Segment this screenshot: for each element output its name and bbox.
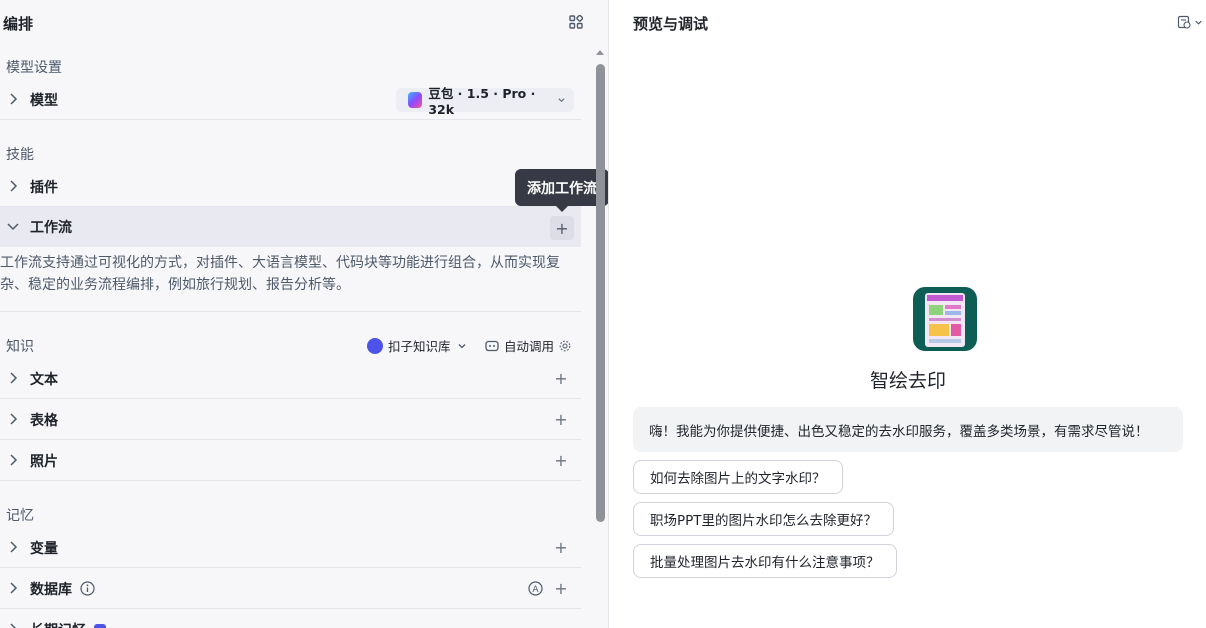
memory-database-label: 数据库 <box>30 582 72 598</box>
chevron-down-icon <box>558 98 565 103</box>
doubao-logo-icon <box>408 92 423 108</box>
chevron-right-icon <box>10 623 17 628</box>
scroll-up-icon[interactable] <box>595 48 605 56</box>
robot-icon <box>485 340 499 351</box>
chevron-right-icon <box>10 413 18 425</box>
memory-database-row[interactable]: 数据库 A + <box>0 569 581 609</box>
memory-long-term-row[interactable]: 长期记忆 <box>0 610 581 628</box>
greeting-message: 嗨！我能为你提供便捷、出色又稳定的去水印服务，覆盖多类场景，有需求尽管说！ <box>633 407 1183 452</box>
section-skills: 技能 <box>6 147 34 163</box>
add-variable-button[interactable]: + <box>553 538 569 557</box>
memory-variable-row[interactable]: 变量 + <box>0 528 581 568</box>
knowledge-mode-selector[interactable]: 自动调用 <box>485 336 571 355</box>
model-label: 模型 <box>30 93 58 109</box>
scrollbar-thumb[interactable] <box>596 64 605 522</box>
knowledge-text-label: 文本 <box>30 372 58 388</box>
clipboard-clock-icon <box>1177 15 1191 29</box>
chevron-down-icon <box>7 223 19 231</box>
plugin-row[interactable]: 插件 <box>0 167 581 207</box>
chevron-right-icon <box>10 541 18 553</box>
workflow-description: 工作流支持通过可视化的方式，对插件、大语言模型、代码块等功能进行组合，从而实现复… <box>0 255 560 293</box>
memory-long-term-label: 长期记忆 <box>30 620 86 628</box>
add-table-button[interactable]: + <box>553 410 569 429</box>
orchestration-panel: 编排 模型设置 模型 豆包 · 1.5 · Pro · 32k 技能 插件 工作… <box>0 0 609 628</box>
scrollbar[interactable] <box>593 44 607 628</box>
auto-mode-icon[interactable]: A <box>528 581 543 596</box>
beta-badge-icon <box>94 624 106 628</box>
suggestion-button[interactable]: 如何去除图片上的文字水印？ <box>633 460 843 494</box>
svg-text:A: A <box>532 585 539 595</box>
section-model-settings: 模型设置 <box>6 60 62 76</box>
bot-name: 智绘去印 <box>869 370 946 392</box>
divider <box>0 311 581 312</box>
knowledge-source-selector[interactable]: 扣子知识库 <box>367 336 467 355</box>
knowledge-mode-label: 自动调用 <box>504 339 555 354</box>
chevron-right-icon <box>10 372 18 384</box>
knowledge-photo-label: 照片 <box>30 454 58 470</box>
section-knowledge: 知识 <box>6 339 34 355</box>
add-database-button[interactable]: + <box>553 579 569 598</box>
add-workflow-button[interactable]: + <box>550 216 574 240</box>
preview-panel: 预览与调试 智绘去印 嗨！我能为你提供便捷、出色又稳定的去水印服务，覆盖多类场景… <box>610 0 1206 628</box>
workflow-label: 工作流 <box>30 220 72 236</box>
chevron-right-icon <box>10 454 18 466</box>
chevron-right-icon <box>10 93 18 105</box>
bot-avatar <box>913 287 977 351</box>
chevron-down-icon <box>1195 20 1202 25</box>
model-selector[interactable]: 豆包 · 1.5 · Pro · 32k <box>396 86 574 117</box>
gear-icon[interactable] <box>559 340 571 352</box>
chevron-right-icon <box>10 180 18 192</box>
plugin-label: 插件 <box>30 180 58 196</box>
workflow-row[interactable]: 工作流 <box>0 207 581 247</box>
chevron-right-icon <box>10 582 18 594</box>
preview-title: 预览与调试 <box>633 15 709 33</box>
panel-title: 编排 <box>3 15 34 33</box>
add-text-button[interactable]: + <box>553 369 569 388</box>
chevron-down-icon <box>458 343 465 348</box>
section-memory: 记忆 <box>6 508 34 524</box>
info-icon[interactable] <box>80 581 95 596</box>
knowledge-table-label: 表格 <box>30 413 58 429</box>
add-photo-button[interactable]: + <box>553 451 569 470</box>
coze-kb-icon <box>367 337 383 354</box>
knowledge-text-row[interactable]: 文本 + <box>0 359 581 399</box>
history-menu[interactable] <box>1176 13 1204 31</box>
model-name: 豆包 · 1.5 · Pro · 32k <box>428 86 536 117</box>
suggestion-button[interactable]: 批量处理图片去水印有什么注意事项？ <box>633 544 897 578</box>
knowledge-source-label: 扣子知识库 <box>388 339 451 354</box>
knowledge-photo-row[interactable]: 照片 + <box>0 441 581 481</box>
knowledge-table-row[interactable]: 表格 + <box>0 400 581 440</box>
suggestion-button[interactable]: 职场PPT里的图片水印怎么去除更好？ <box>633 502 895 536</box>
memory-variable-label: 变量 <box>30 541 58 557</box>
grid-icon[interactable] <box>567 13 585 31</box>
